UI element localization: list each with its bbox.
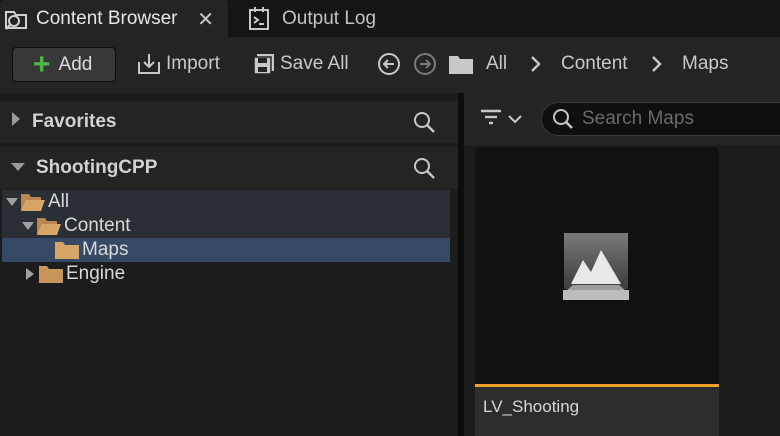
- tree-item-label: Content: [64, 215, 131, 236]
- sources-panel: Favorites ShootingCPP All Content Maps E…: [0, 93, 458, 436]
- tree-item-all[interactable]: All: [2, 190, 450, 214]
- folder-open-icon: [20, 192, 46, 212]
- project-label: ShootingCPP: [36, 157, 158, 178]
- add-button[interactable]: + Add: [12, 47, 116, 82]
- save-all-label: Save All: [280, 53, 349, 74]
- filter-icon: [480, 107, 502, 132]
- level-map-icon: [563, 232, 629, 307]
- caret-right-icon[interactable]: [10, 111, 22, 133]
- breadcrumb-content[interactable]: Content: [561, 49, 628, 79]
- caret-down-icon[interactable]: [10, 157, 26, 179]
- search-icon[interactable]: [412, 110, 436, 140]
- caret-down-icon[interactable]: [4, 197, 20, 207]
- forward-icon[interactable]: [413, 49, 437, 79]
- filter-button[interactable]: [480, 107, 522, 132]
- asset-view-panel: Search Maps LV_Shooting: [464, 93, 780, 436]
- import-button[interactable]: Import: [136, 49, 220, 79]
- favorites-label: Favorites: [32, 111, 117, 132]
- asset-name: LV_Shooting: [475, 387, 719, 436]
- caret-right-icon[interactable]: [22, 267, 38, 281]
- output-log-icon: [244, 4, 274, 34]
- asset-view-toolbar: Search Maps: [464, 93, 780, 145]
- tab-content-browser[interactable]: Content Browser ✕: [0, 0, 228, 37]
- folder-icon: [54, 240, 80, 260]
- add-label: Add: [58, 53, 93, 75]
- favorites-section-header[interactable]: Favorites: [0, 101, 458, 143]
- search-box[interactable]: Search Maps: [541, 102, 780, 136]
- caret-down-icon[interactable]: [20, 221, 36, 231]
- toolbar: + Add Import Save All All Content Maps: [0, 37, 780, 93]
- save-all-button[interactable]: Save All: [252, 49, 349, 79]
- content-browser-icon: [2, 4, 32, 34]
- search-icon[interactable]: [412, 156, 436, 186]
- asset-tile[interactable]: LV_Shooting: [475, 147, 719, 436]
- back-icon[interactable]: [377, 49, 401, 79]
- tree-item-label: Engine: [66, 263, 126, 284]
- tree-item-maps[interactable]: Maps: [2, 238, 450, 262]
- import-label: Import: [166, 53, 220, 74]
- breadcrumb-maps[interactable]: Maps: [682, 49, 728, 79]
- tree-item-engine[interactable]: Engine: [2, 262, 450, 286]
- breadcrumb-all[interactable]: All: [486, 49, 507, 79]
- tree-item-content[interactable]: Content: [2, 214, 450, 238]
- tree-item-label: Maps: [82, 239, 129, 260]
- folder-open-icon: [36, 216, 62, 236]
- folder-icon: [38, 264, 64, 284]
- chevron-right-icon: [650, 53, 662, 80]
- save-all-icon: [252, 52, 276, 76]
- tab-bar: Content Browser ✕ Output Log: [0, 0, 780, 37]
- search-icon: [552, 108, 574, 130]
- project-section-header[interactable]: ShootingCPP: [0, 147, 458, 189]
- folder-icon: [448, 49, 474, 79]
- tab-label: Content Browser: [36, 7, 178, 29]
- search-input[interactable]: Search Maps: [582, 108, 694, 130]
- import-icon: [136, 51, 162, 77]
- tab-output-log[interactable]: Output Log: [234, 0, 394, 37]
- close-icon[interactable]: ✕: [197, 7, 214, 32]
- tree-item-label: All: [48, 191, 70, 212]
- plus-icon: +: [33, 47, 51, 81]
- tab-label: Output Log: [282, 7, 377, 29]
- chevron-right-icon: [529, 53, 541, 80]
- chevron-down-icon: [508, 111, 522, 129]
